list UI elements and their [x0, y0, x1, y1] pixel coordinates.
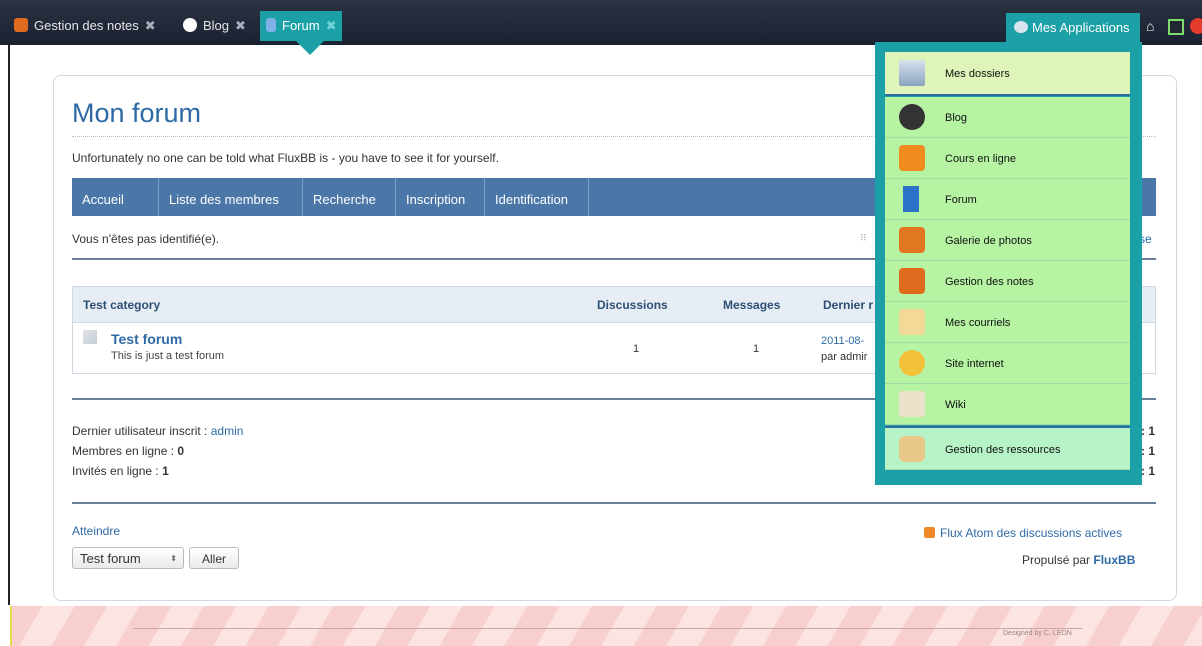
apps-icon [1014, 21, 1028, 33]
menu-item-blog[interactable]: Blog [885, 97, 1130, 138]
frame-border [8, 45, 10, 605]
wordpress-icon [183, 18, 197, 32]
guests-online: Invités en ligne : 1 [72, 464, 169, 478]
select-arrow-icon: ⬍ [170, 554, 177, 563]
close-icon[interactable]: ✖ [235, 18, 246, 33]
footer-accent [10, 606, 12, 646]
edit-icon[interactable] [1168, 19, 1184, 35]
applications-menu: Mes dossiers Blog Cours en ligne Forum G… [875, 42, 1142, 485]
forum-status-icon [83, 330, 97, 344]
menu-item-cours-en-ligne[interactable]: Cours en ligne [885, 138, 1130, 179]
menu-item-mes-dossiers[interactable]: Mes dossiers [885, 52, 1130, 96]
menu-item-galerie-de-photos[interactable]: Galerie de photos [885, 220, 1130, 261]
members-online: Membres en ligne : 0 [72, 444, 185, 458]
atom-feed-link[interactable]: Flux Atom des discussions actives [924, 526, 1122, 540]
tab-blog[interactable]: Blog ✖ [183, 15, 246, 37]
forum-icon [266, 18, 276, 32]
forum-row-description: This is just a test forum [111, 350, 225, 362]
discussions-count: 1 [633, 343, 640, 355]
folder-icon [899, 60, 925, 86]
powered-by: Propulsé par FluxBB [1022, 553, 1136, 567]
stat-right-value: : 1 [1141, 464, 1156, 478]
moodle-icon [899, 145, 925, 171]
menu-item-wiki[interactable]: Wiki [885, 384, 1130, 425]
tab-forum[interactable]: Forum ✖ [260, 11, 343, 41]
category-header: Test category [83, 298, 161, 312]
gestion-notes-icon [899, 268, 925, 294]
website-icon [899, 350, 925, 376]
active-tab-caret [296, 41, 324, 55]
admin-user-link[interactable]: admin [211, 424, 244, 438]
tab-gestion-des-notes[interactable]: Gestion des notes ✖ [14, 15, 156, 37]
messages-count: 1 [753, 343, 760, 355]
discussions-header: Discussions [597, 298, 668, 312]
nav-identification[interactable]: Identification [485, 178, 589, 216]
fluxbb-link[interactable]: FluxBB [1093, 553, 1135, 567]
mes-applications-button[interactable]: Mes Applications [1006, 13, 1140, 43]
nav-recherche[interactable]: Recherche [303, 178, 396, 216]
menu-item-mes-courriels[interactable]: Mes courriels [885, 302, 1130, 343]
login-status: Vous n'êtes pas identifié(e). [72, 232, 220, 246]
forum-link[interactable]: Test forum [111, 331, 182, 347]
page-footer [10, 606, 1202, 646]
close-icon[interactable]: ✖ [326, 18, 337, 33]
rss-icon [924, 527, 935, 538]
nav-accueil[interactable]: Accueil [72, 178, 159, 216]
close-icon[interactable]: ✖ [145, 18, 156, 33]
go-button[interactable]: Aller [189, 547, 239, 569]
last-post-date[interactable]: 2011-08- [821, 335, 864, 347]
nav-liste-des-membres[interactable]: Liste des membres [159, 178, 303, 216]
wiki-icon [899, 391, 925, 417]
stat-right-value: : 1 [1141, 444, 1156, 458]
forum-select[interactable]: Test forum ⬍ [72, 547, 184, 569]
home-icon[interactable]: ⌂ [1146, 18, 1162, 34]
camera-icon [899, 227, 925, 253]
forum-description: Unfortunately no one can be told what Fl… [72, 151, 499, 165]
jump-to-label: Atteindre [72, 524, 121, 538]
menu-item-gestion-des-ressources[interactable]: Gestion des ressources [885, 426, 1130, 470]
gestion-notes-icon [14, 18, 28, 32]
last-registered-user: Dernier utilisateur inscrit : admin [72, 424, 244, 438]
wordpress-icon [899, 104, 925, 130]
menu-item-site-internet[interactable]: Site internet [885, 343, 1130, 384]
resources-icon [899, 436, 925, 462]
divider [72, 502, 1156, 504]
power-icon[interactable] [1190, 18, 1202, 34]
grip-icon: ⠿ [860, 233, 867, 243]
nav-inscription[interactable]: Inscription [396, 178, 485, 216]
last-post-header: Dernier r [823, 298, 874, 312]
last-post-author: par admir [821, 351, 868, 363]
menu-item-forum[interactable]: Forum [885, 179, 1130, 220]
designed-by: Designed by C. LEON [1003, 630, 1072, 637]
messages-header: Messages [723, 298, 781, 312]
menu-item-gestion-des-notes[interactable]: Gestion des notes [885, 261, 1130, 302]
mail-icon [899, 309, 925, 335]
page-title: Mon forum [72, 98, 202, 128]
footer-divider [133, 628, 1082, 629]
forum-icon [903, 186, 919, 212]
stat-right-value: : 1 [1141, 424, 1156, 438]
